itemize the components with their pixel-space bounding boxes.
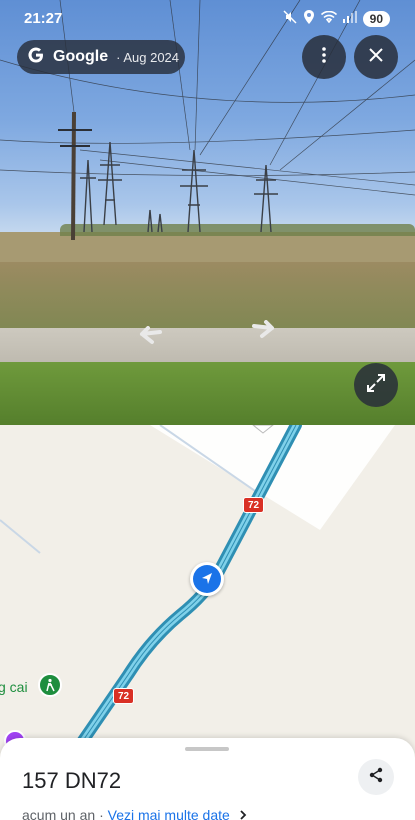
signal-icon bbox=[342, 11, 357, 26]
street-view-panel[interactable]: 21:27 90 Google · Aug 2024 bbox=[0, 0, 415, 425]
status-icons: 90 bbox=[283, 10, 390, 27]
share-button[interactable] bbox=[358, 759, 394, 795]
meta-separator: · bbox=[99, 807, 104, 820]
chevron-right-icon[interactable] bbox=[234, 807, 248, 820]
date-separator: · bbox=[116, 49, 121, 65]
place-title: 157 DN72 bbox=[22, 768, 122, 793]
sheet-drag-handle[interactable] bbox=[185, 747, 229, 751]
capture-date-value: Aug 2024 bbox=[123, 49, 180, 65]
expand-icon bbox=[366, 373, 386, 398]
location-icon bbox=[303, 10, 315, 27]
status-bar: 21:27 90 bbox=[0, 0, 415, 38]
battery-indicator: 90 bbox=[362, 10, 390, 27]
close-button[interactable] bbox=[354, 35, 398, 79]
expand-view-button[interactable] bbox=[354, 363, 398, 407]
mute-icon bbox=[283, 10, 297, 27]
route-shield-badge: 72 bbox=[243, 497, 265, 513]
close-icon bbox=[369, 47, 383, 67]
bottom-sheet[interactable]: 157 DN72 acum un an · Vezi mai multe dat… bbox=[0, 738, 415, 820]
status-time: 21:27 bbox=[24, 10, 63, 27]
google-g-icon bbox=[27, 46, 45, 69]
imagery-meta: acum un an · Vezi mai multe date bbox=[22, 807, 248, 820]
imagery-age: acum un an bbox=[22, 807, 96, 820]
more-vert-icon bbox=[322, 46, 326, 68]
navigation-arrow-icon bbox=[202, 573, 212, 584]
wifi-icon bbox=[320, 10, 337, 26]
poi-label[interactable]: g cai bbox=[0, 679, 28, 695]
map-side-road-2 bbox=[0, 519, 41, 554]
chevron-right-icon bbox=[252, 320, 274, 338]
hiking-poi-icon[interactable] bbox=[38, 673, 62, 697]
street-nav-arrow-left[interactable] bbox=[134, 326, 162, 351]
chevron-left-icon bbox=[140, 326, 162, 344]
more-options-button[interactable] bbox=[302, 35, 346, 79]
capture-date: · Aug 2024 bbox=[116, 50, 179, 65]
more-dates-link[interactable]: Vezi mai multe date bbox=[108, 807, 230, 820]
current-location-marker[interactable] bbox=[190, 562, 224, 596]
street-nav-arrow-right[interactable] bbox=[252, 320, 280, 345]
imagery-date-pill[interactable]: Google · Aug 2024 bbox=[17, 40, 185, 74]
share-icon bbox=[368, 767, 384, 788]
route-shield-badge-2: 72 bbox=[113, 688, 135, 704]
brand-label: Google bbox=[53, 48, 109, 65]
